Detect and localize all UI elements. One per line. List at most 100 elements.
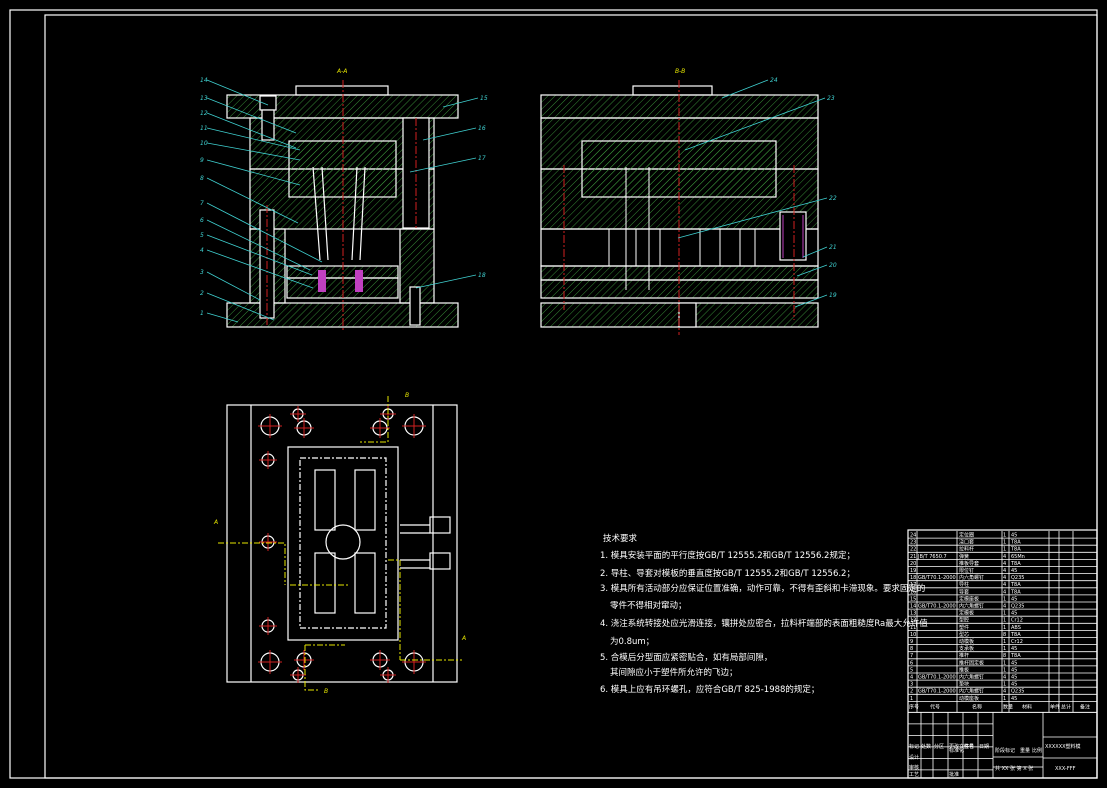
bom-material: 45: [1011, 660, 1017, 666]
bom-name: 推杆固定板: [959, 659, 984, 666]
part-callout: 23: [827, 95, 835, 102]
title-block-label: 重量: [1020, 747, 1030, 754]
part-callout: 20: [829, 262, 837, 269]
locating-ring: [295, 85, 389, 96]
part-callout: 7: [200, 200, 204, 207]
title-block: 24 定位圈 1 4523 浇口套 1 T8A22 拉料杆 1 T8A21 JB/T 7650.7 弹…: [907, 529, 1098, 779]
bom-qty: 1: [1003, 596, 1006, 602]
bom-material: Q235: [1011, 689, 1024, 695]
bom-name: 拉料杆: [959, 546, 974, 553]
bom-qty: 4: [1003, 689, 1006, 695]
bom-row: 8 支承板 1 45: [908, 645, 1097, 653]
bom-name: 垫块: [959, 681, 969, 688]
bom-material: 45: [1011, 682, 1017, 688]
view-title-a: A-A: [336, 68, 347, 75]
bom-qty: 1: [1003, 682, 1006, 688]
part-callout: 17: [478, 155, 486, 162]
bom-no: 14: [910, 604, 916, 610]
bom-material: Cr12: [1011, 618, 1023, 624]
bom-row: 1 动模座板 1 45: [908, 695, 1097, 702]
bom-qty: 8: [1003, 653, 1006, 659]
hole-center-mark: [402, 414, 426, 438]
part-callout: 24: [770, 77, 778, 84]
bom-material: 45: [1011, 696, 1017, 702]
tech-req-line: 6. 模具上应有吊环螺孔，应符合GB/T 825-1988的规定；: [600, 684, 819, 695]
part-callout: 5: [200, 232, 204, 239]
bom-material: T8A: [1010, 547, 1021, 553]
bom-code: GB/T70.1-2000: [918, 604, 956, 610]
cavity-outline: [287, 446, 399, 641]
hole-center-mark: [258, 650, 282, 674]
spring: [779, 211, 807, 261]
ejector-pin: [355, 270, 363, 292]
title-block-label: 审核: [909, 764, 919, 771]
bom-no: 5: [910, 667, 913, 673]
bom-material: 45: [1011, 667, 1017, 673]
bom-qty: 1: [1003, 611, 1006, 617]
bom-code: GB/T70.1-2000: [918, 689, 956, 695]
bom-row: 3 垫块 1 45: [908, 681, 1097, 688]
plan-view: A A B B: [213, 392, 466, 695]
bom-name: 推板: [959, 666, 969, 673]
bom-row: 4 GB/T70.1-2000 内六角螺钉 4 45: [908, 674, 1097, 681]
bom-row: 12 型腔 1 Cr12: [908, 617, 1097, 624]
bom-row: 13 定模板 1 45: [908, 610, 1097, 617]
bom-qty: 1: [1003, 547, 1006, 553]
bom-no: 18: [910, 575, 916, 581]
hole-center-mark: [259, 451, 277, 469]
bom-row: 2 GB/T70.1-2000 内六角螺钉 4 Q235: [908, 688, 1097, 695]
bom-no: 20: [910, 561, 916, 567]
bom-name: 推板导套: [959, 560, 979, 567]
bom-header-material: 材料: [1022, 703, 1032, 710]
title-block-label: 分区: [934, 743, 944, 750]
title-block-label: 签名: [964, 743, 974, 750]
bom-material: Cr12: [1011, 639, 1023, 645]
locating-ring: [632, 85, 713, 96]
part-callout: 11: [200, 125, 208, 132]
bom-row: 18 GB/T70.1-2000 内六角螺钉 4 Q235: [908, 574, 1097, 582]
bom-name: 内六角螺钉: [959, 603, 984, 610]
section-view-a: A-A 14 13 12 11 10 9 8 7 6 5 4 3 2 1 15 16 17 18: [200, 68, 488, 330]
bom-row: 20 推板导套 4 T8A: [908, 560, 1097, 567]
bom-material: 45: [1011, 675, 1017, 681]
insert-outline: [299, 457, 387, 629]
tech-req-line: 其间隙应小于塑件所允许的飞边；: [610, 667, 738, 678]
drawing-number: XXX-FFF: [1055, 766, 1076, 772]
bom-name: 浇口套: [959, 539, 974, 546]
bom-no: 7: [910, 653, 913, 659]
title-block-label: 工艺: [909, 772, 919, 778]
bom-material: 45: [1011, 568, 1017, 574]
bom-no: 15: [910, 596, 916, 602]
bom-no: 12: [910, 618, 916, 624]
bom-row: 23 浇口套 1 T8A: [908, 539, 1097, 546]
bom-header-total: 总计: [1061, 703, 1071, 710]
bom-qty: 1: [1003, 639, 1006, 645]
bom-name: 塑件: [959, 624, 969, 631]
bom-row: 10 型芯 8 T8A: [908, 631, 1097, 638]
hole-center-mark: [258, 414, 282, 438]
bom-qty: 4: [1003, 568, 1006, 574]
bom-qty: 1: [1003, 660, 1006, 666]
bom-material: 45: [1011, 596, 1017, 602]
part-callout: 12: [200, 110, 208, 117]
bom-header-remark: 备注: [1080, 703, 1090, 710]
tech-req-line: 1. 模具安装平面的平行度按GB/T 12555.2和GB/T 12556.2规…: [600, 550, 855, 561]
bom-name: 定模座板: [959, 595, 979, 602]
part-callout: 9: [200, 157, 204, 164]
bom-header-qty: 数量: [1003, 703, 1013, 710]
bom-row: 16 导套 4 T8A: [908, 588, 1097, 596]
bom-name: 型芯: [959, 631, 969, 638]
section-marker: A: [213, 519, 218, 526]
bom-material: Q235: [1011, 604, 1024, 610]
bom-row: 7 推杆 8 T8A: [908, 652, 1097, 659]
hole-center-mark: [294, 650, 314, 670]
section-view-b: B-B 24 23 22 21 20 19: [540, 68, 837, 335]
bom-no: 1: [910, 696, 913, 702]
hole-center-mark: [370, 650, 390, 670]
bom-row: 11 塑件 1 ABS: [908, 624, 1097, 631]
bom-name: 弹簧: [959, 553, 969, 560]
tech-req-line: 5. 合模后分型面应紧密贴合，如有局部间隙，: [600, 652, 772, 663]
section-marker: B: [324, 688, 328, 695]
bom-name: 支承板: [959, 645, 974, 652]
bom-no: 21: [910, 554, 916, 560]
